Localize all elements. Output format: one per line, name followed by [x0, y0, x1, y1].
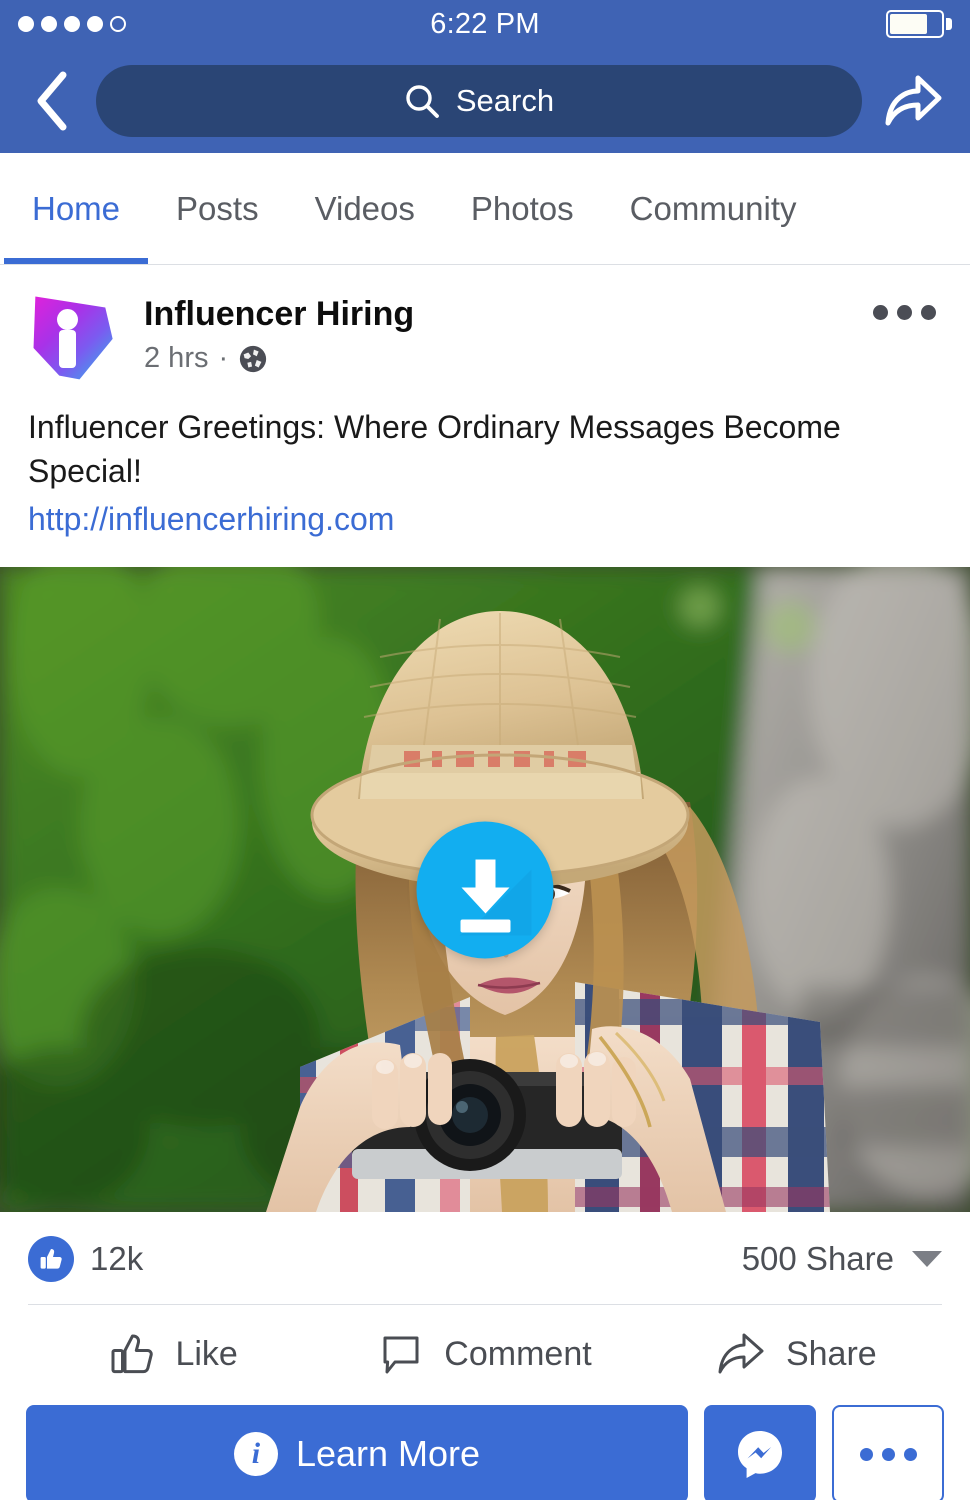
tab-videos-label: Videos [314, 189, 415, 227]
page-avatar[interactable] [28, 291, 120, 383]
facebook-page-screen: 6:22 PM Search Home Posts Videos Photos … [0, 0, 970, 1500]
signal-dot-3 [64, 16, 80, 32]
signal-strength-indicator [18, 16, 126, 32]
separator-dot: · [218, 342, 229, 375]
post-timestamp: 2 hrs [144, 342, 209, 375]
tab-posts[interactable]: Posts [148, 153, 287, 264]
tab-community[interactable]: Community [602, 153, 825, 264]
search-input[interactable]: Search [96, 64, 862, 137]
search-placeholder: Search [455, 82, 555, 118]
like-label: Like [175, 1334, 238, 1373]
signal-dot-4 [87, 16, 103, 32]
tab-home-label: Home [32, 189, 121, 227]
post-header: Influencer Hiring 2 hrs · [0, 265, 970, 383]
status-bar-clock: 6:22 PM [430, 7, 540, 40]
thumbs-up-filled-icon [28, 1236, 74, 1283]
tab-photos[interactable]: Photos [443, 153, 602, 264]
chevron-down-icon[interactable] [912, 1251, 942, 1268]
share-count-group[interactable]: 500 Share [742, 1240, 942, 1278]
share-button[interactable]: Share [641, 1331, 952, 1377]
learn-more-button[interactable]: i Learn More [26, 1405, 688, 1500]
share-label: Share [785, 1334, 877, 1373]
messenger-icon [738, 1431, 782, 1479]
cta-row: i Learn More [0, 1401, 970, 1500]
comment-button[interactable]: Comment [329, 1331, 640, 1377]
signal-dot-5 [110, 16, 126, 32]
post-link[interactable]: http://influencerhiring.com [0, 493, 970, 541]
page-name[interactable]: Influencer Hiring [144, 295, 414, 334]
post-subtitle: 2 hrs · [144, 342, 414, 375]
battery-icon [886, 10, 952, 38]
tab-community-label: Community [629, 189, 797, 227]
page-tabs: Home Posts Videos Photos Community [0, 153, 970, 265]
comment-bubble-icon [383, 1336, 419, 1374]
globe-icon [240, 345, 267, 372]
status-bar: 6:22 PM [0, 0, 970, 48]
more-options-button[interactable] [832, 1405, 944, 1500]
tab-photos-label: Photos [470, 189, 574, 227]
share-arrow-icon[interactable] [878, 68, 948, 134]
share-count: 500 Share [741, 1240, 894, 1278]
download-icon[interactable] [416, 821, 554, 959]
tab-home[interactable]: Home [4, 153, 149, 264]
post-text: Influencer Greetings: Where Ordinary Mes… [28, 409, 841, 490]
post-photo[interactable] [0, 567, 970, 1213]
post-meta: Influencer Hiring 2 hrs · [144, 291, 414, 375]
back-icon[interactable] [22, 70, 80, 132]
info-icon: i [233, 1432, 278, 1477]
reaction-count: 12k [90, 1240, 144, 1278]
learn-more-label: Learn More [295, 1433, 481, 1475]
tab-posts-label: Posts [176, 189, 259, 227]
engagement-bar: 12k 500 Share [0, 1212, 970, 1304]
signal-dot-2 [41, 16, 57, 32]
signal-dot-1 [18, 16, 34, 32]
reactions-summary[interactable]: 12k [28, 1236, 144, 1283]
thumbs-up-outline-icon [111, 1334, 154, 1374]
tab-videos[interactable]: Videos [287, 153, 443, 264]
navigation-bar: Search [0, 48, 970, 153]
like-button[interactable]: Like [18, 1331, 329, 1377]
post-options-icon[interactable] [867, 291, 942, 320]
comment-label: Comment [444, 1334, 592, 1373]
search-icon [406, 84, 439, 118]
messenger-button[interactable] [704, 1405, 816, 1500]
post-actions: Like Comment Share [0, 1305, 970, 1401]
share-arrow-icon [718, 1333, 764, 1374]
